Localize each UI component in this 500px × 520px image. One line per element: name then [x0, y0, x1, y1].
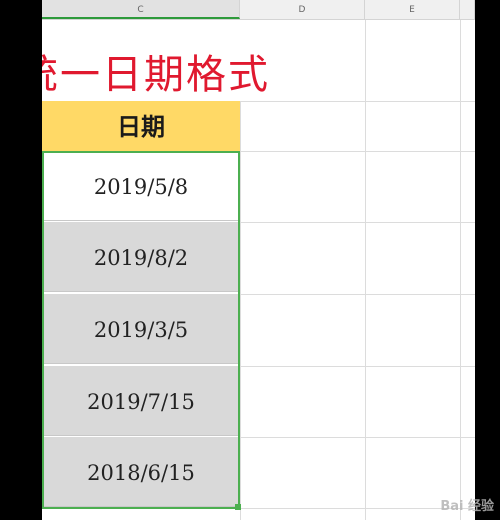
gridline — [240, 101, 241, 520]
date-header-cell[interactable]: 日期 — [42, 101, 240, 151]
baidu-watermark: Bai 经验 — [440, 495, 494, 514]
gridline — [240, 294, 475, 295]
spreadsheet: C D E 统一日期格式 日期 2019/5/8 2019/8/2 2019/3… — [42, 0, 475, 520]
gridline — [240, 366, 475, 367]
sheet-title: 统一日期格式 — [42, 52, 270, 98]
date-cell[interactable]: 2019/8/2 — [42, 222, 240, 292]
column-header-d[interactable]: D — [240, 0, 365, 19]
date-cell[interactable]: 2018/6/15 — [42, 437, 240, 507]
date-cell[interactable]: 2019/7/15 — [42, 366, 240, 436]
fill-handle[interactable] — [235, 504, 241, 510]
date-cell[interactable]: 2019/3/5 — [42, 294, 240, 364]
gridline — [240, 222, 475, 223]
column-header-bar: C D E — [42, 0, 475, 20]
column-header-c[interactable]: C — [42, 0, 240, 19]
title-row[interactable]: 统一日期格式 — [42, 20, 475, 102]
date-cell[interactable]: 2019/5/8 — [42, 151, 240, 221]
watermark-text: Bai 经验 — [440, 499, 494, 514]
column-header-f[interactable] — [460, 0, 475, 19]
column-header-e[interactable]: E — [365, 0, 460, 19]
gridline — [240, 437, 475, 438]
gridline — [240, 151, 475, 152]
